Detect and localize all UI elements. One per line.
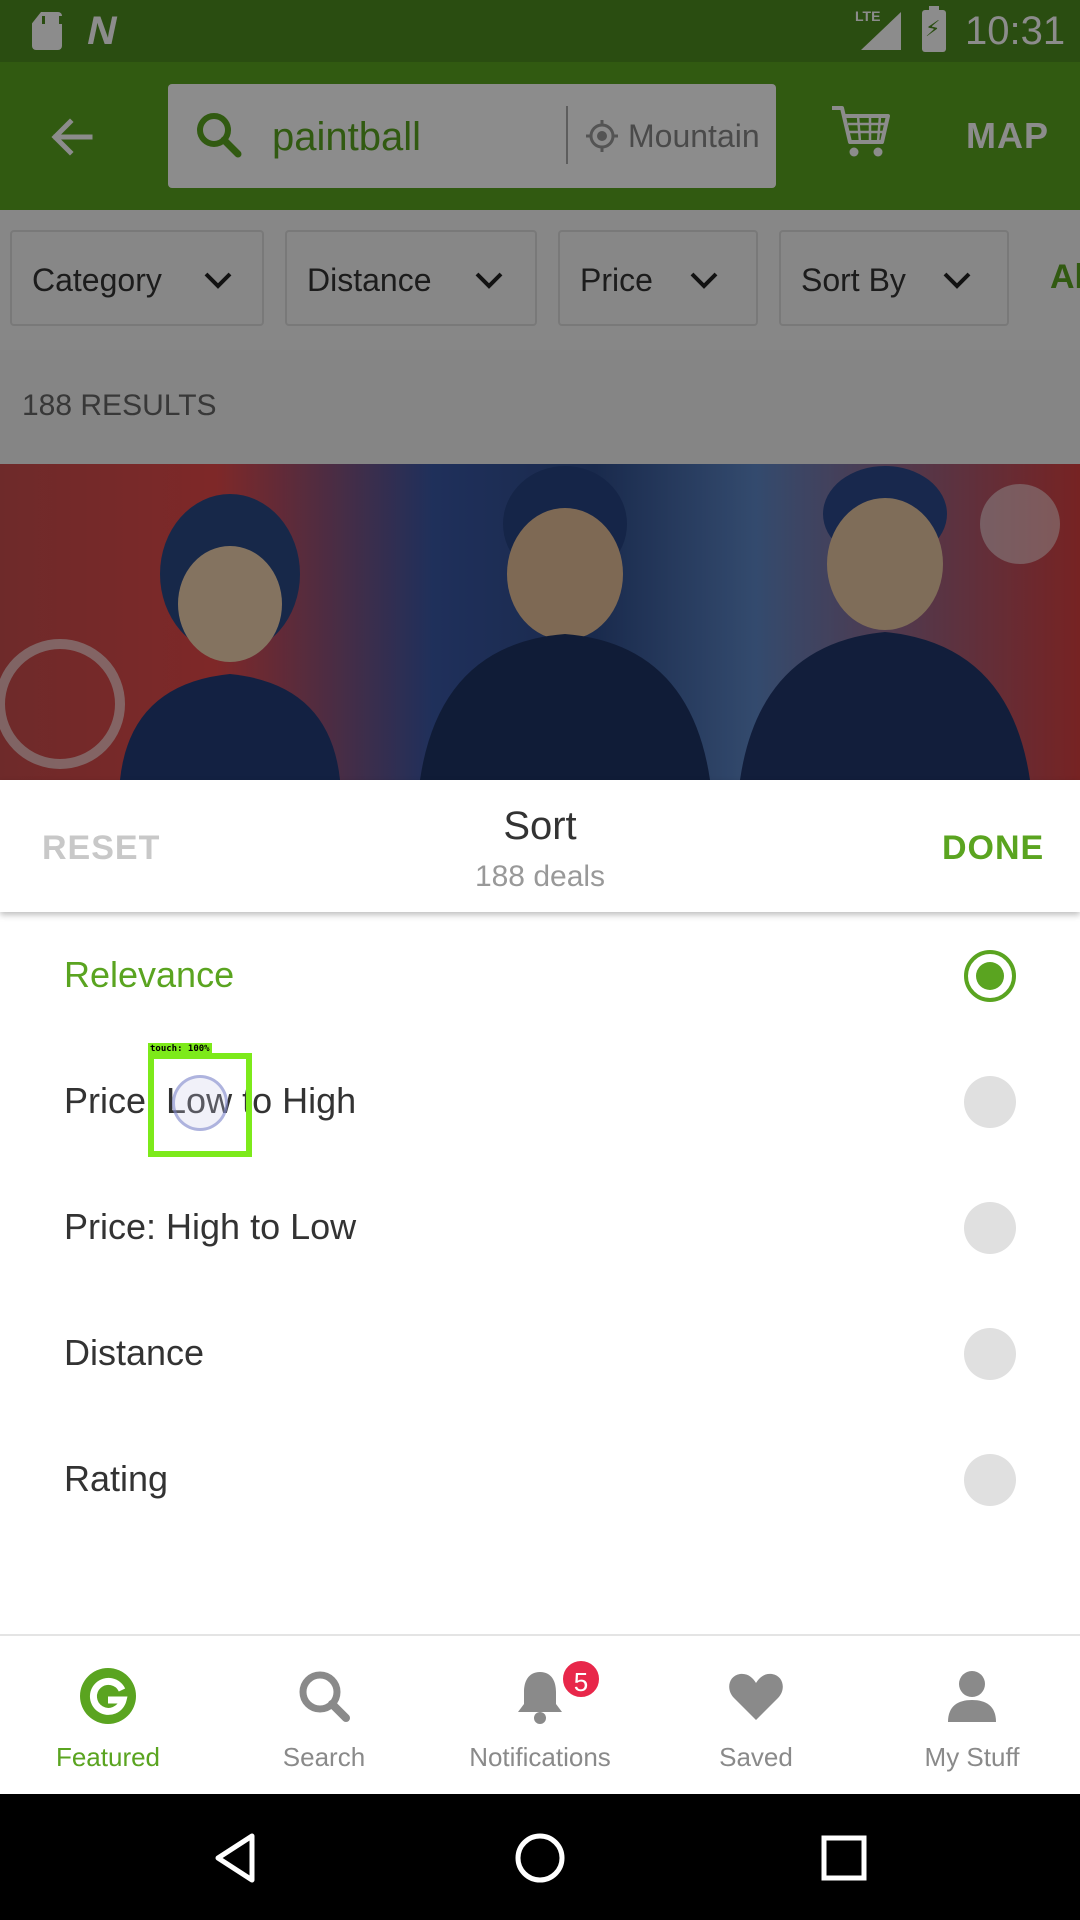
radio-selected-icon[interactable] <box>964 950 1016 1002</box>
modal-scrim[interactable] <box>0 0 1080 780</box>
sort-option-label: Rating <box>64 1458 169 1499</box>
nav-label: Featured <box>55 1742 161 1772</box>
sort-option-price-high-low[interactable]: Price: High to Low <box>0 1164 1080 1290</box>
home-circle-icon[interactable] <box>512 1830 568 1886</box>
back-triangle-icon[interactable] <box>208 1830 264 1886</box>
sort-option-label: Price: High to Low <box>64 1206 357 1247</box>
nav-my-stuff[interactable]: My Stuff <box>864 1636 1080 1796</box>
notification-badge: 5 <box>560 1658 602 1700</box>
nav-notifications[interactable]: 5 Notifications <box>432 1636 648 1796</box>
sort-option-distance[interactable]: Distance <box>0 1290 1080 1416</box>
sort-title: Sort <box>503 804 577 848</box>
done-button[interactable]: DONE <box>942 826 1044 870</box>
person-icon <box>948 1671 996 1722</box>
radio-unselected-icon[interactable] <box>964 1454 1016 1506</box>
sort-option-relevance[interactable]: Relevance <box>0 912 1080 1038</box>
nav-label: Saved <box>719 1742 793 1772</box>
sort-option-label: Distance <box>64 1332 205 1373</box>
sort-sheet-header: RESET Sort 188 deals DONE <box>0 780 1080 912</box>
recents-square-icon[interactable] <box>816 1830 872 1886</box>
system-nav-bar <box>0 1794 1080 1920</box>
nav-search[interactable]: Search <box>216 1636 432 1796</box>
nav-label: Search <box>282 1742 366 1772</box>
nav-label: My Stuff <box>924 1742 1020 1772</box>
sort-subtitle: 188 deals <box>474 860 606 893</box>
sort-option-rating[interactable]: Rating <box>0 1416 1080 1542</box>
groupon-g-icon <box>80 1668 136 1724</box>
search-icon <box>299 1671 350 1722</box>
radio-unselected-icon[interactable] <box>964 1328 1016 1380</box>
bottom-navigation: Featured Search 5 Notifications Saved My… <box>0 1634 1080 1794</box>
sort-option-label: Relevance <box>64 954 235 995</box>
radio-unselected-icon[interactable] <box>964 1202 1016 1254</box>
heart-icon <box>729 1673 783 1720</box>
nav-label: Notifications <box>469 1742 611 1772</box>
touch-ripple <box>172 1075 228 1131</box>
nav-featured[interactable]: Featured <box>0 1636 216 1796</box>
sort-options-list: Relevance Price: Low to High Price: High… <box>0 912 1080 1634</box>
radio-unselected-icon[interactable] <box>964 1076 1016 1128</box>
nav-saved[interactable]: Saved <box>648 1636 864 1796</box>
